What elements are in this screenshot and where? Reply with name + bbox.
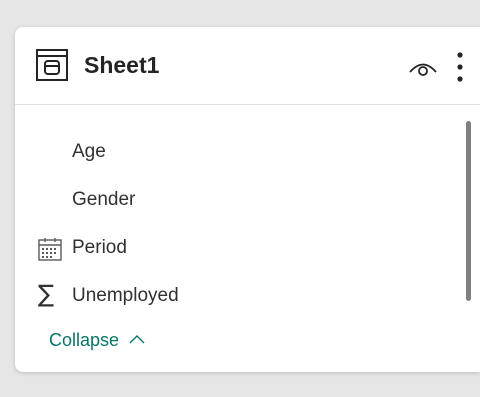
collapse-label: Collapse	[49, 330, 120, 350]
more-options-icon[interactable]	[451, 49, 469, 85]
chevron-up-icon	[129, 335, 145, 344]
collapse-button[interactable]: Collapse	[49, 328, 146, 352]
eye-icon[interactable]	[407, 55, 439, 81]
field-age[interactable]: Age	[15, 132, 455, 172]
table-header[interactable]: Sheet1	[15, 27, 480, 105]
field-label: Period	[72, 237, 127, 258]
table-title: Sheet1	[84, 52, 160, 78]
field-label: Unemployed	[72, 285, 179, 306]
sigma-icon: ∑	[38, 280, 55, 308]
field-gender[interactable]: Gender	[15, 180, 455, 220]
field-label: Gender	[72, 189, 136, 210]
calendar-icon	[38, 238, 62, 261]
table-icon	[36, 49, 68, 81]
field-label: Age	[72, 141, 106, 162]
field-unemployed[interactable]: ∑ Unemployed	[15, 276, 455, 316]
field-period[interactable]: Period	[15, 228, 455, 268]
table-card: Sheet1 Age Gender Period ∑ Unemployed Co…	[15, 27, 480, 372]
scrollbar[interactable]	[466, 121, 471, 301]
